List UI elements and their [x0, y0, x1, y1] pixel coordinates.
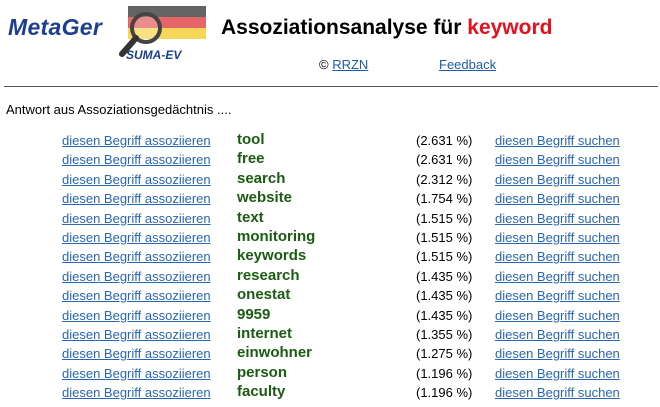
associate-link[interactable]: diesen Begriff assoziieren [62, 152, 211, 167]
term: faculty [237, 383, 286, 401]
logo-brand-text: MetaGer [8, 14, 103, 40]
list-item: diesen Begriff assoziieren tool (2.631 %… [0, 131, 660, 150]
term: search [237, 169, 286, 187]
association-list: diesen Begriff assoziieren tool (2.631 %… [0, 131, 660, 402]
term: internet [237, 324, 293, 342]
associate-link[interactable]: diesen Begriff assoziieren [62, 269, 211, 284]
page-title: Assoziationsanalyse für keyword [221, 16, 552, 40]
associate-link[interactable]: diesen Begriff assoziieren [62, 133, 211, 148]
search-link[interactable]: diesen Begriff suchen [495, 249, 620, 264]
associate-link[interactable]: diesen Begriff assoziieren [62, 211, 211, 226]
search-link[interactable]: diesen Begriff suchen [495, 288, 620, 303]
term: website [237, 189, 293, 207]
percentage: (1.435 %) [416, 288, 473, 304]
percentage: (1.196 %) [416, 365, 473, 381]
list-item: diesen Begriff assoziieren research (1.4… [0, 267, 660, 286]
feedback-link[interactable]: Feedback [439, 57, 496, 72]
term: person [237, 363, 288, 381]
copyright-symbol: © [319, 57, 329, 72]
associate-link[interactable]: diesen Begriff assoziieren [62, 230, 211, 245]
search-link[interactable]: diesen Begriff suchen [495, 327, 620, 342]
associate-link[interactable]: diesen Begriff assoziieren [62, 172, 211, 187]
list-item: diesen Begriff assoziieren free (2.631 %… [0, 150, 660, 169]
associate-link[interactable]: diesen Begriff assoziieren [62, 385, 211, 400]
percentage: (1.275 %) [416, 346, 473, 362]
associate-link[interactable]: diesen Begriff assoziieren [62, 327, 211, 342]
term: 9959 [237, 305, 271, 323]
search-link[interactable]: diesen Begriff suchen [495, 172, 620, 187]
metager-logo[interactable]: MetaGer SUMA-EV [8, 4, 208, 66]
term: free [237, 150, 265, 168]
list-item: diesen Begriff assoziieren internet (1.3… [0, 325, 660, 344]
search-link[interactable]: diesen Begriff suchen [495, 211, 620, 226]
term: monitoring [237, 227, 316, 245]
list-item: diesen Begriff assoziieren monitoring (1… [0, 228, 660, 247]
search-link[interactable]: diesen Begriff suchen [495, 133, 620, 148]
term: keywords [237, 247, 307, 265]
percentage: (1.515 %) [416, 229, 473, 245]
list-item: diesen Begriff assoziieren 9959 (1.435 %… [0, 306, 660, 325]
list-item: diesen Begriff assoziieren person (1.196… [0, 364, 660, 383]
rrzn-link[interactable]: RRZN [332, 57, 368, 72]
list-item: diesen Begriff assoziieren onestat (1.43… [0, 286, 660, 305]
search-link[interactable]: diesen Begriff suchen [495, 230, 620, 245]
term: onestat [237, 286, 291, 304]
percentage: (1.355 %) [416, 326, 473, 342]
divider [4, 86, 658, 87]
term: einwohner [237, 344, 313, 362]
title-keyword: keyword [467, 16, 553, 39]
list-item: diesen Begriff assoziieren einwohner (1.… [0, 344, 660, 363]
associate-link[interactable]: diesen Begriff assoziieren [62, 249, 211, 264]
associate-link[interactable]: diesen Begriff assoziieren [62, 308, 211, 323]
search-link[interactable]: diesen Begriff suchen [495, 152, 620, 167]
term: text [237, 208, 264, 226]
intro-text: Antwort aus Assoziationsgedächtnis .... [6, 102, 232, 117]
search-link[interactable]: diesen Begriff suchen [495, 269, 620, 284]
percentage: (1.196 %) [416, 385, 473, 401]
list-item: diesen Begriff assoziieren keywords (1.5… [0, 247, 660, 266]
list-item: diesen Begriff assoziieren text (1.515 %… [0, 209, 660, 228]
percentage: (1.754 %) [416, 191, 473, 207]
search-link[interactable]: diesen Begriff suchen [495, 346, 620, 361]
percentage: (2.631 %) [416, 152, 473, 168]
associate-link[interactable]: diesen Begriff assoziieren [62, 288, 211, 303]
percentage: (2.631 %) [416, 133, 473, 148]
percentage: (1.435 %) [416, 307, 473, 323]
associate-link[interactable]: diesen Begriff assoziieren [62, 346, 211, 361]
search-link[interactable]: diesen Begriff suchen [495, 308, 620, 323]
list-item: diesen Begriff assoziieren faculty (1.19… [0, 383, 660, 402]
list-item: diesen Begriff assoziieren website (1.75… [0, 189, 660, 208]
associate-link[interactable]: diesen Begriff assoziieren [62, 191, 211, 206]
term: tool [237, 131, 265, 148]
percentage: (2.312 %) [416, 171, 473, 187]
feedback: Feedback [439, 57, 496, 72]
logo-sub-text: SUMA-EV [126, 48, 182, 62]
percentage: (1.515 %) [416, 210, 473, 226]
list-item: diesen Begriff assoziieren search (2.312… [0, 170, 660, 189]
term: research [237, 266, 300, 284]
percentage: (1.435 %) [416, 268, 473, 284]
associate-link[interactable]: diesen Begriff assoziieren [62, 366, 211, 381]
percentage: (1.515 %) [416, 249, 473, 265]
search-link[interactable]: diesen Begriff suchen [495, 385, 620, 400]
title-prefix: Assoziationsanalyse für [221, 16, 462, 39]
copyright: © RRZN [319, 57, 368, 72]
search-link[interactable]: diesen Begriff suchen [495, 366, 620, 381]
search-link[interactable]: diesen Begriff suchen [495, 191, 620, 206]
